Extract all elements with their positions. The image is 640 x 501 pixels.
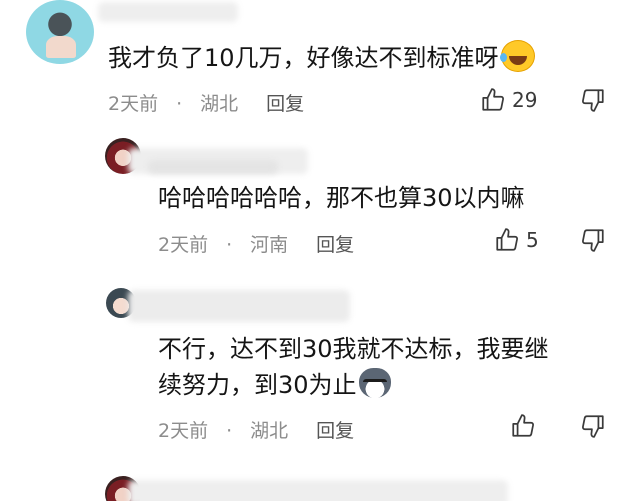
comment-text: 哈哈哈哈哈哈，那不也算30以内嘛 (158, 184, 525, 212)
meta-separator: · (176, 93, 183, 115)
comment-time: 2天前 (158, 234, 209, 256)
like-count: 29 (512, 88, 538, 112)
blurred-username (128, 290, 350, 322)
comment-text-line: 续努力，到30为止 (158, 367, 391, 403)
comment-meta: 2天前 · 湖北 回复 (108, 89, 304, 116)
avatar[interactable] (26, 0, 94, 64)
comment-location: 湖北 (250, 420, 289, 442)
rofl-emoji-icon (499, 40, 535, 72)
reply-button[interactable]: 回复 (316, 420, 354, 442)
blurred-username-detail (148, 160, 278, 174)
dislike-button[interactable] (580, 413, 606, 439)
meta-separator: · (226, 420, 233, 442)
reply-button[interactable]: 回复 (266, 93, 304, 115)
thumbs-up-icon (482, 88, 504, 111)
thumbs-up-icon (512, 414, 534, 437)
comment-time: 2天前 (158, 420, 209, 442)
thumbs-down-icon (582, 229, 604, 252)
thumbs-up-icon (496, 228, 518, 251)
dislike-button[interactable] (580, 227, 606, 253)
comment-thread: 我才负了10几万，好像达不到标准呀 2天前 · 湖北 回复 29 哈哈哈哈哈哈，那不也… (0, 0, 640, 501)
comment-location: 河南 (250, 234, 289, 256)
like-button[interactable]: 5 (494, 227, 539, 253)
like-button[interactable]: 29 (480, 87, 537, 113)
comment-meta: 2天前 · 河南 回复 (158, 230, 354, 257)
comment-time: 2天前 (108, 93, 159, 115)
like-count: 5 (526, 228, 539, 252)
like-button[interactable] (510, 413, 542, 439)
comment-meta: 2天前 · 湖北 回复 (158, 416, 354, 443)
comment-text: 我才负了10几万，好像达不到标准呀 (108, 40, 535, 76)
thumbs-down-icon (582, 415, 604, 438)
comment-text-line: 不行，达不到30我就不达标，我要继 (158, 335, 549, 363)
comment-location: 湖北 (200, 93, 239, 115)
blurred-username (128, 480, 508, 501)
dislike-button[interactable] (580, 87, 606, 113)
reply-button[interactable]: 回复 (316, 234, 354, 256)
meta-separator: · (226, 234, 233, 256)
thumbs-down-icon (582, 89, 604, 112)
blurred-username (98, 2, 238, 22)
husky-emoji-icon (358, 368, 391, 398)
